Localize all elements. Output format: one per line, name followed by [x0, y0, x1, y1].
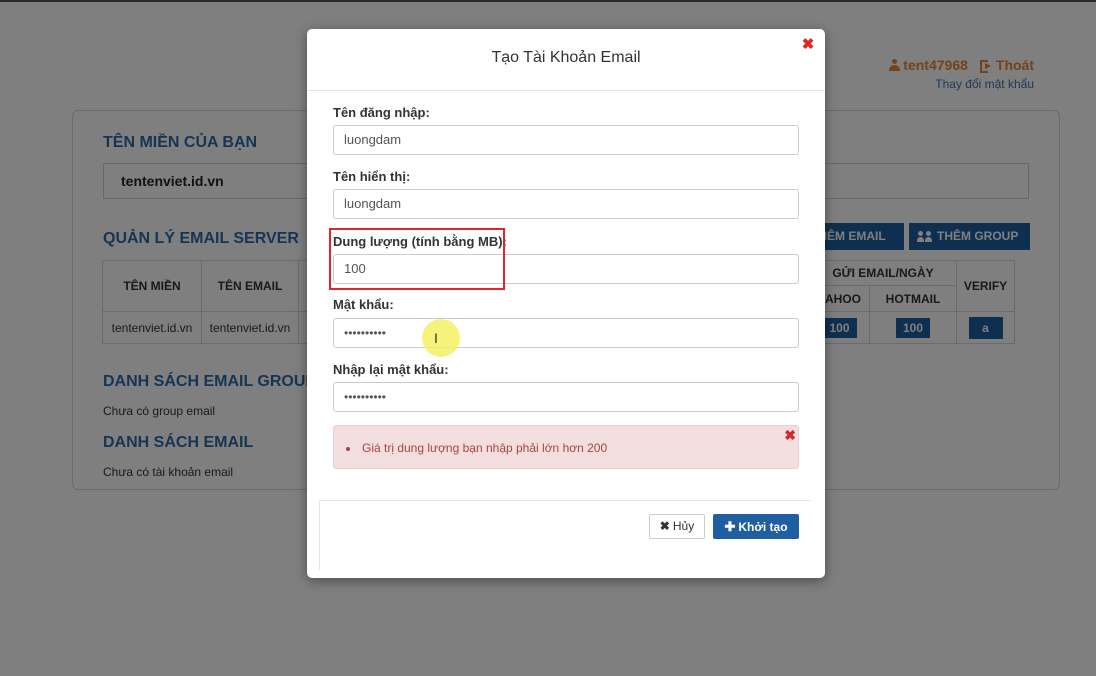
footer-divider	[319, 500, 811, 501]
footer-divider-vertical	[319, 500, 320, 570]
modal-title: Tạo Tài Khoản Email	[491, 49, 641, 66]
password-confirm-input[interactable]: ••••••••••	[333, 382, 799, 412]
display-name-label: Tên hiển thị:	[333, 169, 411, 184]
cursor-highlight	[422, 319, 460, 357]
password-confirm-label: Nhập lại mật khẩu:	[333, 362, 449, 377]
cancel-button[interactable]: ✖ Hủy	[649, 514, 705, 539]
bullet-icon	[346, 446, 350, 451]
text-cursor-icon: I	[434, 330, 438, 346]
close-icon[interactable]: ✖	[801, 37, 815, 52]
username-input[interactable]: luongdam	[333, 125, 799, 155]
modal-header: Tạo Tài Khoản Email ✖	[307, 29, 825, 91]
create-button[interactable]: ✚ Khởi tạo	[713, 514, 799, 539]
quota-highlight	[329, 228, 505, 290]
password-label: Mật khẩu:	[333, 297, 394, 312]
display-name-input[interactable]: luongdam	[333, 189, 799, 219]
plus-icon: ✚	[724, 519, 736, 534]
create-label: Khởi tạo	[738, 520, 788, 534]
cancel-label: Hủy	[672, 519, 695, 533]
close-icon: ✖	[659, 519, 670, 533]
error-alert: Giá trị dung lượng bạn nhập phải lớn hơn…	[333, 425, 799, 469]
create-email-modal: Tạo Tài Khoản Email ✖ Tên đăng nhập: luo…	[307, 29, 825, 578]
error-item: Giá trị dung lượng bạn nhập phải lớn hơn…	[346, 441, 607, 455]
password-input[interactable]: ••••••••••	[333, 318, 799, 348]
error-close-icon[interactable]: ✖	[784, 427, 796, 444]
username-label: Tên đăng nhập:	[333, 105, 430, 120]
error-message: Giá trị dung lượng bạn nhập phải lớn hơn…	[362, 441, 608, 455]
